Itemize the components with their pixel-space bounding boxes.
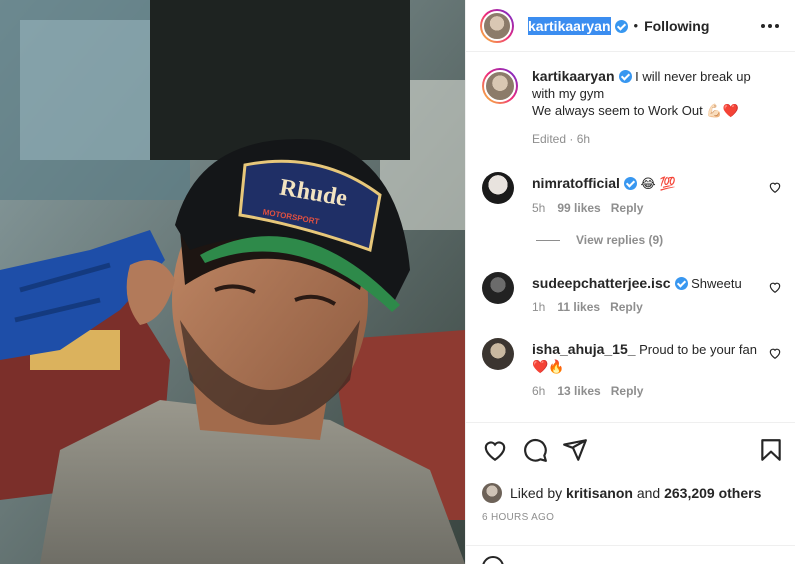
caption-line2: with my gym bbox=[532, 86, 605, 101]
comment-avatar[interactable] bbox=[482, 338, 514, 370]
comment-item: nimratofficial 😂 💯 5h 99 likes Reply bbox=[482, 172, 782, 215]
caption-username[interactable]: kartikaaryan bbox=[532, 68, 615, 84]
comment-likes[interactable]: 13 likes bbox=[557, 384, 600, 398]
likes-summary: Liked by kritisanon and 263,209 others bbox=[482, 483, 761, 503]
caption-emoji: 💪🏻❤️ bbox=[706, 104, 739, 119]
heart-icon[interactable] bbox=[768, 180, 782, 194]
post-sidebar: kartikaaryan • Following kartikaaryan I … bbox=[465, 0, 795, 564]
comment-meta: 6h 13 likes Reply bbox=[532, 384, 782, 398]
heart-icon[interactable] bbox=[768, 346, 782, 360]
likes-prefix: Liked by bbox=[510, 485, 563, 501]
comment-time: 6h bbox=[532, 384, 546, 398]
author-username[interactable]: kartikaaryan bbox=[528, 16, 611, 35]
reply-button[interactable]: Reply bbox=[611, 201, 644, 215]
verified-icon bbox=[614, 19, 628, 33]
comment-meta: 1h 11 likes Reply bbox=[532, 300, 782, 314]
add-comment-bar bbox=[466, 545, 795, 564]
comment-body: sudeepchatterjee.isc Shweetu bbox=[532, 272, 782, 292]
heart-icon[interactable] bbox=[768, 280, 782, 294]
comment-text-emoji: ❤️🔥 bbox=[532, 360, 565, 375]
view-replies-label: View replies (9) bbox=[576, 233, 664, 247]
reply-button[interactable]: Reply bbox=[611, 384, 644, 398]
comment-meta: 5h 99 likes Reply bbox=[532, 201, 782, 215]
comment-item: sudeepchatterjee.isc Shweetu 1h 11 likes R… bbox=[482, 272, 782, 314]
post-photo-illustration: Rhude MOTORSPORT bbox=[0, 0, 465, 564]
emoji-icon[interactable] bbox=[482, 556, 504, 564]
comments-list: kartikaaryan I will never break up with … bbox=[466, 52, 795, 422]
comment-body: isha_ahuja_15_ Proud to be your fan ❤️🔥 bbox=[532, 338, 782, 376]
more-icon bbox=[761, 24, 765, 28]
comment-username[interactable]: nimratofficial bbox=[532, 175, 620, 191]
like-heart-icon[interactable] bbox=[482, 437, 508, 463]
post-photo[interactable]: Rhude MOTORSPORT bbox=[0, 0, 465, 564]
following-button[interactable]: Following bbox=[644, 18, 709, 34]
comment-text: 😂 💯 bbox=[640, 177, 677, 192]
more-options-button[interactable] bbox=[758, 14, 782, 38]
liker-avatar[interactable] bbox=[482, 483, 502, 503]
header-separator: • bbox=[633, 18, 639, 33]
comment-item: isha_ahuja_15_ Proud to be your fan ❤️🔥 … bbox=[482, 338, 782, 398]
action-bar bbox=[466, 422, 795, 480]
comment-username[interactable]: isha_ahuja_15_ bbox=[532, 341, 636, 357]
author-username-wrap: kartikaaryan bbox=[528, 16, 628, 35]
post-header: kartikaaryan • Following bbox=[466, 0, 795, 52]
verified-icon bbox=[674, 277, 688, 290]
view-replies-button[interactable]: View replies (9) bbox=[536, 233, 663, 247]
likes-count[interactable]: 263,209 others bbox=[664, 485, 761, 501]
bookmark-icon[interactable] bbox=[758, 437, 784, 463]
comment-likes[interactable]: 99 likes bbox=[557, 201, 600, 215]
caption-line1: I will never break up bbox=[635, 69, 751, 84]
caption-body: kartikaaryan I will never break up with … bbox=[532, 68, 782, 120]
comment-icon[interactable] bbox=[522, 437, 548, 463]
post-timestamp[interactable]: 6 HOURS AGO bbox=[482, 512, 554, 523]
comment-likes[interactable]: 11 likes bbox=[557, 300, 600, 314]
reply-button[interactable]: Reply bbox=[610, 300, 643, 314]
instagram-post: Rhude MOTORSPORT kartikaaryan • Followin… bbox=[0, 0, 795, 564]
caption-line3: We always seem to Work Out bbox=[532, 103, 703, 118]
caption: kartikaaryan I will never break up with … bbox=[482, 68, 782, 146]
liker-username[interactable]: kritisanon bbox=[566, 485, 633, 501]
author-avatar[interactable] bbox=[480, 8, 514, 43]
comment-username[interactable]: sudeepchatterjee.isc bbox=[532, 275, 671, 291]
comment-text: Proud to be your fan bbox=[639, 342, 757, 357]
comment-text: Shweetu bbox=[691, 276, 742, 291]
caption-avatar[interactable] bbox=[482, 68, 518, 104]
caption-meta: Edited · 6h bbox=[532, 132, 591, 146]
verified-icon bbox=[618, 70, 632, 83]
comment-avatar[interactable] bbox=[482, 272, 514, 304]
comment-avatar[interactable] bbox=[482, 172, 514, 204]
comment-body: nimratofficial 😂 💯 bbox=[532, 172, 782, 193]
comment-time: 1h bbox=[532, 300, 546, 314]
verified-icon bbox=[623, 177, 637, 190]
share-icon[interactable] bbox=[562, 437, 588, 463]
comment-time: 5h bbox=[532, 201, 546, 215]
likes-mid: and bbox=[636, 485, 661, 501]
